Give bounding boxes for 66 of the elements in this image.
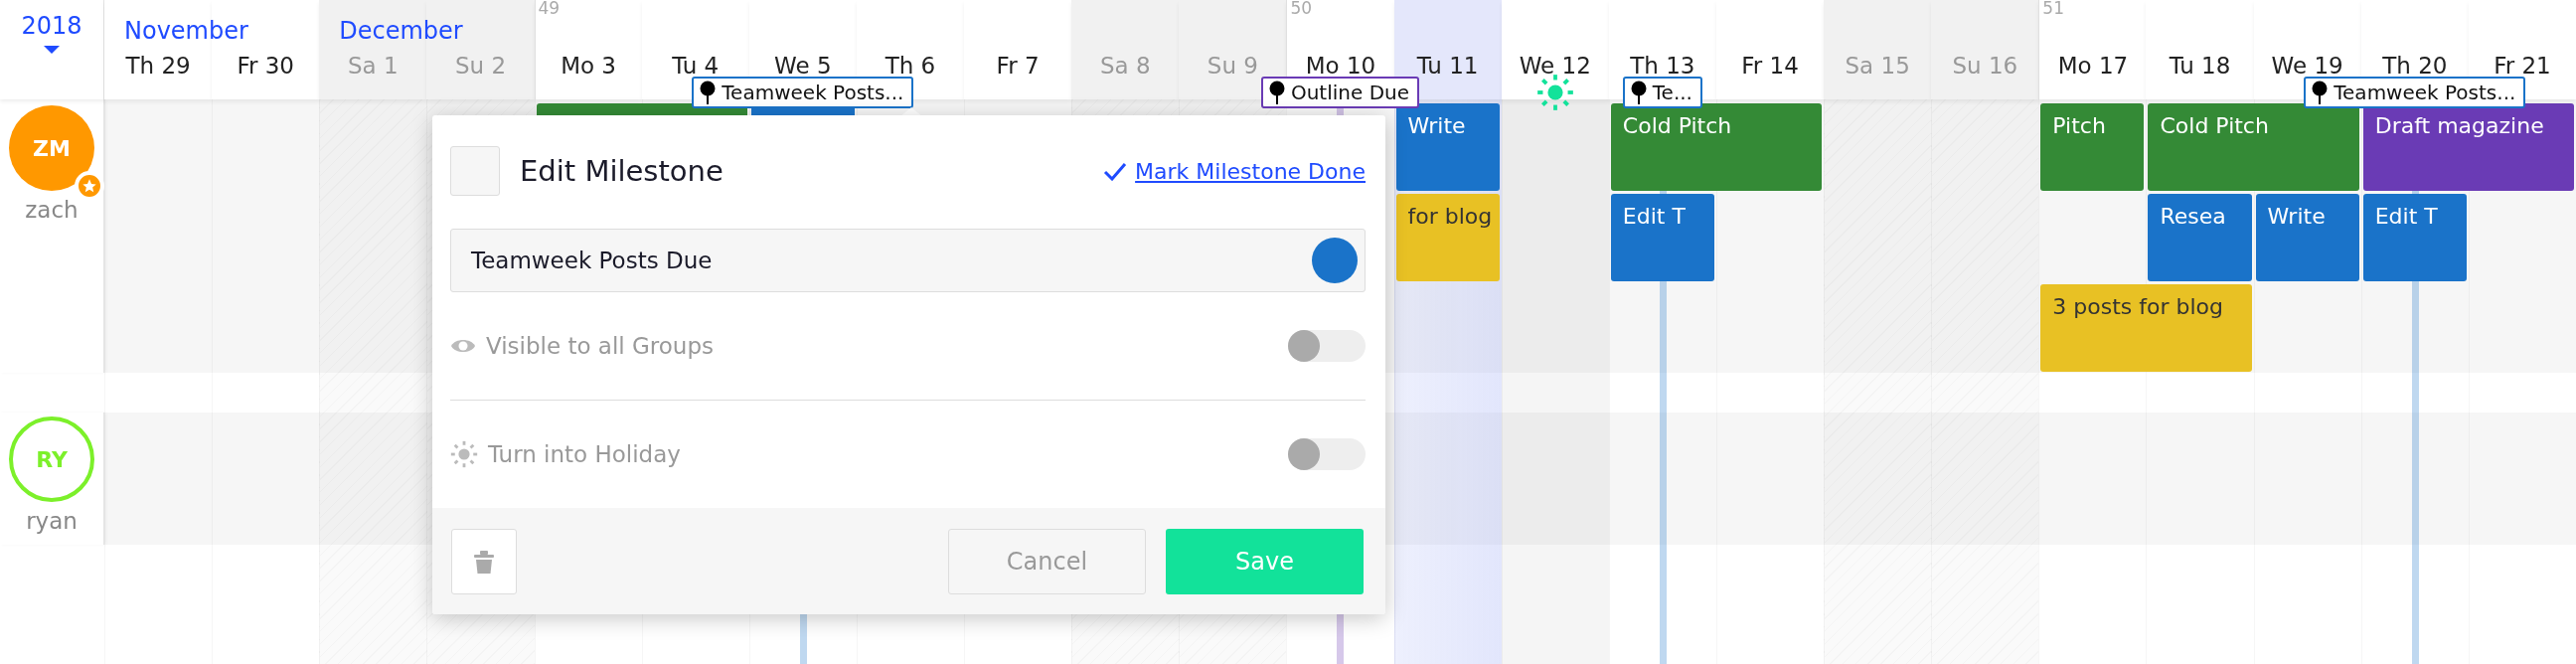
day-label: We 5 <box>774 53 832 79</box>
pin-icon <box>1268 81 1285 104</box>
event-bar[interactable]: 3 posts for blog <box>2040 284 2252 372</box>
sun-icon <box>1535 74 1574 111</box>
user-name: zach <box>25 197 79 223</box>
day-label: Tu 18 <box>2169 53 2231 79</box>
caret-icon <box>44 46 60 54</box>
day-label: Fr 30 <box>237 53 294 79</box>
dialog-title: Edit Milestone <box>520 154 724 188</box>
check-icon <box>1103 161 1128 181</box>
user-name: ryan <box>26 508 78 534</box>
day-label: Mo 3 <box>561 53 616 79</box>
day-label: Sa 15 <box>1845 53 1910 79</box>
week-number: 51 <box>2041 0 2064 16</box>
event-bar[interactable]: for blog <box>1395 194 1500 281</box>
year-label[interactable]: 2018 <box>21 12 82 40</box>
day-label: Su 2 <box>454 53 506 79</box>
cancel-button[interactable]: Cancel <box>948 528 1146 594</box>
event-bar[interactable]: Write <box>2255 194 2359 281</box>
event-bar[interactable]: Edit T <box>1610 194 1714 281</box>
color-picker[interactable] <box>1312 238 1358 283</box>
milestone-flag[interactable]: Outline Due <box>1260 77 1420 108</box>
day-label: Fr 21 <box>2494 53 2551 79</box>
event-bar[interactable]: Pitch <box>2040 103 2145 191</box>
day-label: Mo 17 <box>2057 53 2129 79</box>
option-label: Turn into Holiday <box>488 441 681 467</box>
day-label: Su 9 <box>1207 53 1258 79</box>
week-number: 49 <box>537 0 561 16</box>
toggle-switch[interactable] <box>1288 438 1366 470</box>
pin-icon <box>700 81 717 104</box>
event-bar[interactable]: Write <box>1395 103 1500 191</box>
milestone-flag[interactable]: Te... <box>1622 77 1702 108</box>
day-label: Th 20 <box>2382 53 2448 79</box>
sun-icon <box>450 440 478 468</box>
day-label: Fr 14 <box>1741 53 1799 79</box>
pin-icon <box>2312 81 2329 104</box>
day-label: Sa 8 <box>1099 53 1151 79</box>
milestone-flag[interactable]: Teamweek Posts... <box>2304 77 2526 108</box>
event-bar[interactable]: Resea <box>2148 194 2252 281</box>
month-label: December <box>339 16 463 47</box>
milestone-flag[interactable]: Teamweek Posts... <box>692 77 914 108</box>
mark-done-link[interactable]: Mark Milestone Done <box>1103 158 1366 184</box>
event-bar[interactable]: Edit T <box>2362 194 2467 281</box>
day-label: We 12 <box>1519 53 1591 79</box>
day-label: Th 6 <box>885 53 936 79</box>
month-label: November <box>124 16 248 47</box>
day-label: Mo 10 <box>1305 53 1376 79</box>
day-label: Th 29 <box>125 53 191 79</box>
day-label: Th 13 <box>1630 53 1695 79</box>
day-label: Su 16 <box>1952 53 2018 79</box>
day-label: Tu 11 <box>1416 53 1479 79</box>
event-bar[interactable]: Cold Pitch <box>2148 103 2359 191</box>
checkbox[interactable] <box>450 146 500 196</box>
day-label: Sa 1 <box>348 53 399 79</box>
week-number: 50 <box>1289 0 1313 16</box>
pin-icon <box>1630 81 1647 104</box>
name-field[interactable]: Teamweek Posts Due <box>450 229 1366 292</box>
event-bar[interactable]: Draft magazine <box>2362 103 2574 191</box>
day-label: Tu 4 <box>672 53 720 79</box>
toggle-switch[interactable] <box>1288 330 1366 362</box>
event-bar[interactable]: Cold Pitch <box>1610 103 1823 191</box>
day-label: Fr 7 <box>996 53 1040 79</box>
day-label: We 19 <box>2271 53 2343 79</box>
option-label: Visible to all Groups <box>486 333 715 359</box>
delete-button[interactable] <box>451 528 517 594</box>
trash-icon <box>472 549 496 574</box>
